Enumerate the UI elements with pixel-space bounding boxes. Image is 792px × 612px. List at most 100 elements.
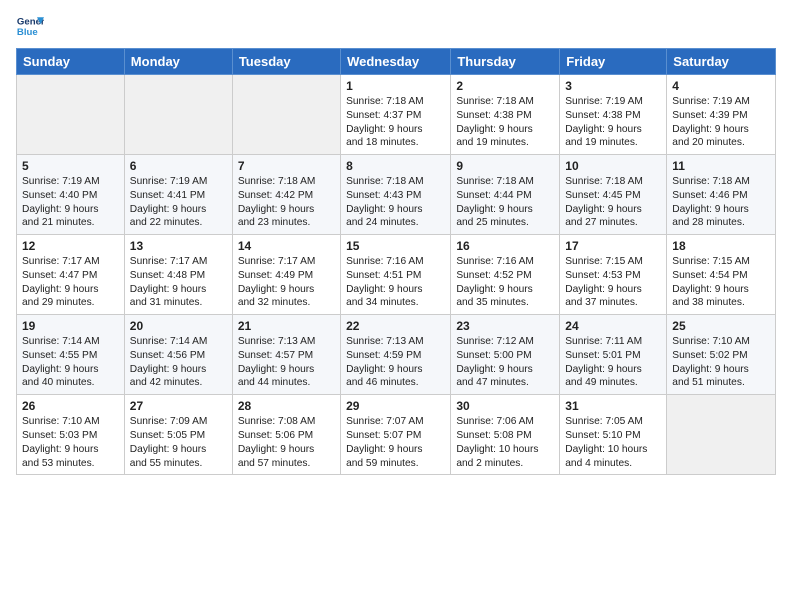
day-cell-26: 26Sunrise: 7:10 AM Sunset: 5:03 PM Dayli…: [17, 395, 125, 475]
day-info: Sunrise: 7:18 AM Sunset: 4:38 PM Dayligh…: [456, 95, 554, 150]
logo-icon: General Blue: [16, 12, 44, 40]
day-number: 7: [238, 159, 335, 173]
day-info: Sunrise: 7:17 AM Sunset: 4:47 PM Dayligh…: [22, 255, 119, 310]
logo: General Blue: [16, 12, 44, 40]
day-cell-30: 30 Sunrise: 7:06 AM Sunset: 5:08 PM Dayli…: [451, 395, 560, 475]
day-cell-28: 28 Sunrise: 7:08 AM Sunset: 5:06 PM Dayli…: [232, 395, 340, 475]
day-cell-11: 11 Sunrise: 7:18 AM Sunset: 4:46 PM Dayli…: [667, 155, 776, 235]
day-number: 2: [456, 79, 554, 93]
day-info: Sunrise: 7:08 AM Sunset: 5:06 PM Dayligh…: [238, 415, 335, 470]
day-info: Sunrise: 7:13 AM Sunset: 4:57 PM Dayligh…: [238, 335, 335, 390]
weekday-header-saturday: Saturday: [667, 49, 776, 75]
weekday-header-wednesday: Wednesday: [341, 49, 451, 75]
day-cell-2: 2 Sunrise: 7:18 AM Sunset: 4:38 PM Daylig…: [451, 75, 560, 155]
day-info: Sunrise: 7:17 AM Sunset: 4:48 PM Dayligh…: [130, 255, 227, 310]
day-number: 3: [565, 79, 661, 93]
weekday-header-row: SundayMondayTuesdayWednesdayThursdayFrid…: [17, 49, 776, 75]
day-number: 19: [22, 319, 119, 333]
day-cell-4: 4Sunrise: 7:19 AM Sunset: 4:39 PM Daylig…: [667, 75, 776, 155]
day-number: 25: [672, 319, 770, 333]
day-info: Sunrise: 7:18 AM Sunset: 4:46 PM Dayligh…: [672, 175, 770, 230]
day-cell-23: 23Sunrise: 7:12 AM Sunset: 5:00 PM Dayli…: [451, 315, 560, 395]
weekday-header-monday: Monday: [124, 49, 232, 75]
empty-cell: [17, 75, 125, 155]
day-number: 21: [238, 319, 335, 333]
empty-cell: [667, 395, 776, 475]
day-info: Sunrise: 7:05 AM Sunset: 5:10 PM Dayligh…: [565, 415, 661, 470]
svg-text:Blue: Blue: [17, 27, 38, 38]
empty-cell: [232, 75, 340, 155]
header: General Blue: [16, 12, 776, 40]
day-info: Sunrise: 7:18 AM Sunset: 4:45 PM Dayligh…: [565, 175, 661, 230]
day-number: 17: [565, 239, 661, 253]
week-row-2: 5 Sunrise: 7:19 AM Sunset: 4:40 PM Daylig…: [17, 155, 776, 235]
day-number: 4: [672, 79, 770, 93]
day-cell-1: 1 Sunrise: 7:18 AM Sunset: 4:37 PM Daylig…: [341, 75, 451, 155]
day-info: Sunrise: 7:16 AM Sunset: 4:51 PM Dayligh…: [346, 255, 445, 310]
week-row-3: 12Sunrise: 7:17 AM Sunset: 4:47 PM Dayli…: [17, 235, 776, 315]
week-row-4: 19 Sunrise: 7:14 AM Sunset: 4:55 PM Dayli…: [17, 315, 776, 395]
day-number: 18: [672, 239, 770, 253]
day-cell-7: 7Sunrise: 7:18 AM Sunset: 4:42 PM Daylig…: [232, 155, 340, 235]
day-cell-13: 13 Sunrise: 7:17 AM Sunset: 4:48 PM Dayli…: [124, 235, 232, 315]
day-cell-10: 10 Sunrise: 7:18 AM Sunset: 4:45 PM Dayli…: [560, 155, 667, 235]
day-cell-8: 8 Sunrise: 7:18 AM Sunset: 4:43 PM Daylig…: [341, 155, 451, 235]
day-info: Sunrise: 7:09 AM Sunset: 5:05 PM Dayligh…: [130, 415, 227, 470]
day-number: 10: [565, 159, 661, 173]
day-cell-15: 15 Sunrise: 7:16 AM Sunset: 4:51 PM Dayli…: [341, 235, 451, 315]
day-number: 8: [346, 159, 445, 173]
weekday-header-tuesday: Tuesday: [232, 49, 340, 75]
day-number: 5: [22, 159, 119, 173]
day-info: Sunrise: 7:18 AM Sunset: 4:43 PM Dayligh…: [346, 175, 445, 230]
day-number: 1: [346, 79, 445, 93]
day-number: 13: [130, 239, 227, 253]
day-info: Sunrise: 7:15 AM Sunset: 4:53 PM Dayligh…: [565, 255, 661, 310]
day-info: Sunrise: 7:13 AM Sunset: 4:59 PM Dayligh…: [346, 335, 445, 390]
day-info: Sunrise: 7:16 AM Sunset: 4:52 PM Dayligh…: [456, 255, 554, 310]
day-cell-9: 9 Sunrise: 7:18 AM Sunset: 4:44 PM Daylig…: [451, 155, 560, 235]
day-info: Sunrise: 7:17 AM Sunset: 4:49 PM Dayligh…: [238, 255, 335, 310]
day-cell-21: 21 Sunrise: 7:13 AM Sunset: 4:57 PM Dayli…: [232, 315, 340, 395]
day-number: 15: [346, 239, 445, 253]
empty-cell: [124, 75, 232, 155]
day-info: Sunrise: 7:19 AM Sunset: 4:40 PM Dayligh…: [22, 175, 119, 230]
day-cell-29: 29 Sunrise: 7:07 AM Sunset: 5:07 PM Dayli…: [341, 395, 451, 475]
weekday-header-thursday: Thursday: [451, 49, 560, 75]
day-number: 30: [456, 399, 554, 413]
day-number: 11: [672, 159, 770, 173]
day-number: 28: [238, 399, 335, 413]
weekday-header-friday: Friday: [560, 49, 667, 75]
day-cell-14: 14 Sunrise: 7:17 AM Sunset: 4:49 PM Dayli…: [232, 235, 340, 315]
day-cell-17: 17 Sunrise: 7:15 AM Sunset: 4:53 PM Dayli…: [560, 235, 667, 315]
day-info: Sunrise: 7:06 AM Sunset: 5:08 PM Dayligh…: [456, 415, 554, 470]
day-cell-16: 16 Sunrise: 7:16 AM Sunset: 4:52 PM Dayli…: [451, 235, 560, 315]
day-number: 31: [565, 399, 661, 413]
day-info: Sunrise: 7:07 AM Sunset: 5:07 PM Dayligh…: [346, 415, 445, 470]
day-cell-27: 27 Sunrise: 7:09 AM Sunset: 5:05 PM Dayli…: [124, 395, 232, 475]
day-number: 9: [456, 159, 554, 173]
day-info: Sunrise: 7:18 AM Sunset: 4:44 PM Dayligh…: [456, 175, 554, 230]
day-cell-3: 3Sunrise: 7:19 AM Sunset: 4:38 PM Daylig…: [560, 75, 667, 155]
day-number: 16: [456, 239, 554, 253]
day-info: Sunrise: 7:11 AM Sunset: 5:01 PM Dayligh…: [565, 335, 661, 390]
day-cell-24: 24Sunrise: 7:11 AM Sunset: 5:01 PM Dayli…: [560, 315, 667, 395]
day-cell-25: 25 Sunrise: 7:10 AM Sunset: 5:02 PM Dayli…: [667, 315, 776, 395]
day-cell-20: 20Sunrise: 7:14 AM Sunset: 4:56 PM Dayli…: [124, 315, 232, 395]
weekday-header-sunday: Sunday: [17, 49, 125, 75]
day-number: 27: [130, 399, 227, 413]
day-number: 6: [130, 159, 227, 173]
day-info: Sunrise: 7:10 AM Sunset: 5:03 PM Dayligh…: [22, 415, 119, 470]
week-row-5: 26Sunrise: 7:10 AM Sunset: 5:03 PM Dayli…: [17, 395, 776, 475]
day-number: 29: [346, 399, 445, 413]
calendar-table: SundayMondayTuesdayWednesdayThursdayFrid…: [16, 48, 776, 475]
day-number: 14: [238, 239, 335, 253]
page: General Blue SundayMondayTuesdayWednesda…: [0, 0, 792, 612]
day-cell-19: 19 Sunrise: 7:14 AM Sunset: 4:55 PM Dayli…: [17, 315, 125, 395]
day-cell-22: 22Sunrise: 7:13 AM Sunset: 4:59 PM Dayli…: [341, 315, 451, 395]
day-info: Sunrise: 7:18 AM Sunset: 4:37 PM Dayligh…: [346, 95, 445, 150]
day-info: Sunrise: 7:10 AM Sunset: 5:02 PM Dayligh…: [672, 335, 770, 390]
week-row-1: 1 Sunrise: 7:18 AM Sunset: 4:37 PM Daylig…: [17, 75, 776, 155]
day-cell-5: 5 Sunrise: 7:19 AM Sunset: 4:40 PM Daylig…: [17, 155, 125, 235]
day-number: 20: [130, 319, 227, 333]
day-info: Sunrise: 7:14 AM Sunset: 4:55 PM Dayligh…: [22, 335, 119, 390]
